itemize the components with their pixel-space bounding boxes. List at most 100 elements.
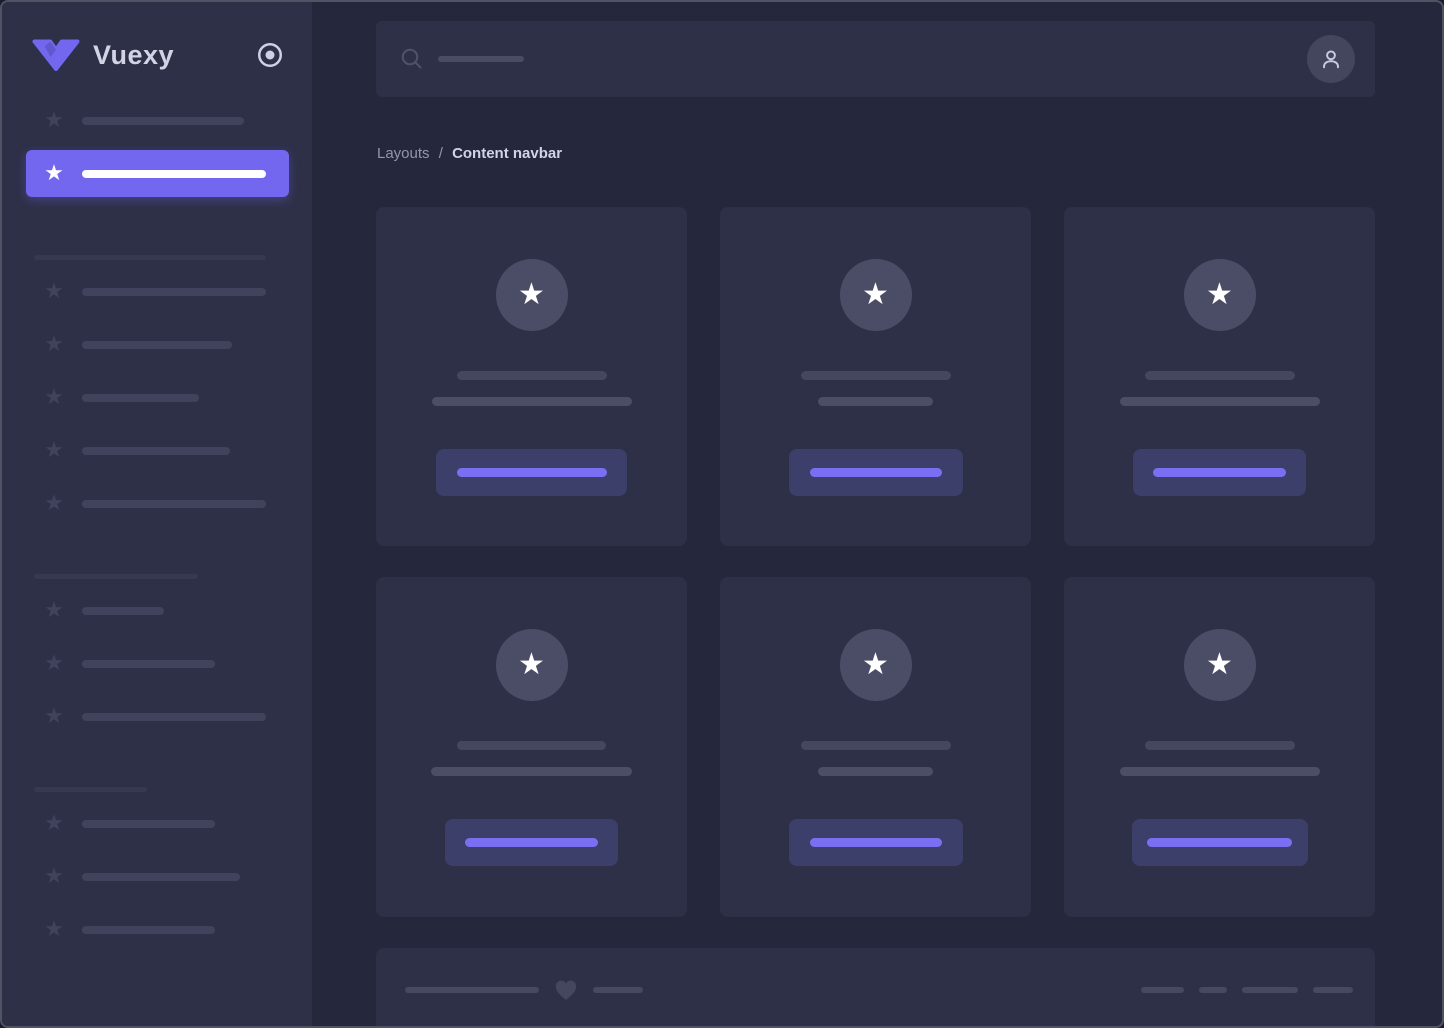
star-icon: ★ [42, 386, 66, 410]
person-icon [1318, 46, 1344, 72]
footer-right-group [1141, 987, 1353, 993]
menu-label-placeholder [82, 117, 244, 125]
star-icon: ★ [42, 812, 66, 836]
radio-dot-icon[interactable] [256, 41, 284, 69]
button-label-placeholder [810, 838, 942, 847]
placeholder-line [432, 397, 632, 406]
button-label-placeholder [1147, 838, 1292, 847]
sidebar-item[interactable]: ★ [2, 865, 312, 889]
footer-placeholder [593, 987, 643, 993]
star-icon: ★ [42, 162, 66, 186]
placeholder-line [1120, 767, 1320, 776]
avatar: ★ [1184, 259, 1256, 331]
menu-label-placeholder [82, 288, 266, 296]
card: ★ [1064, 207, 1375, 546]
menu-label-placeholder [82, 341, 232, 349]
button-label-placeholder [465, 838, 598, 847]
star-icon: ★ [42, 652, 66, 676]
heart-icon [553, 977, 579, 1003]
top-navbar [376, 21, 1375, 97]
button-label-placeholder [457, 468, 607, 477]
sidebar-item-active[interactable]: ★ [26, 150, 289, 197]
section-divider [34, 574, 198, 579]
star-icon: ★ [518, 280, 545, 310]
avatar: ★ [1184, 629, 1256, 701]
footer-placeholder [405, 987, 539, 993]
sidebar-item[interactable]: ★ [2, 492, 312, 516]
button-label-placeholder [1153, 468, 1286, 477]
sidebar-item[interactable]: ★ [2, 280, 312, 304]
app-window: Vuexy ★ ★ ★ ★ ★ ★ ★ ★ ★ ★ ★ ★ ★ [0, 0, 1444, 1028]
sidebar-item[interactable]: ★ [2, 812, 312, 836]
placeholder-line [1145, 741, 1295, 750]
menu-label-placeholder [82, 713, 266, 721]
sidebar: Vuexy ★ ★ ★ ★ ★ ★ ★ ★ ★ ★ ★ ★ ★ [2, 2, 312, 1026]
sidebar-item[interactable]: ★ [2, 652, 312, 676]
card-action-button[interactable] [789, 819, 963, 866]
search-placeholder [438, 56, 524, 62]
footer-left-group [405, 977, 643, 1003]
sidebar-item[interactable]: ★ [2, 109, 312, 133]
star-icon: ★ [1206, 650, 1233, 680]
star-icon: ★ [42, 705, 66, 729]
sidebar-item[interactable]: ★ [2, 386, 312, 410]
footer-placeholder [1242, 987, 1298, 993]
card-action-button[interactable] [436, 449, 627, 496]
card: ★ [720, 207, 1031, 546]
card: ★ [1064, 577, 1375, 917]
sidebar-item[interactable]: ★ [2, 705, 312, 729]
sidebar-item[interactable]: ★ [2, 439, 312, 463]
star-icon: ★ [42, 918, 66, 942]
card-action-button[interactable] [789, 449, 963, 496]
placeholder-line [457, 371, 607, 380]
star-icon: ★ [42, 492, 66, 516]
sidebar-item[interactable]: ★ [2, 333, 312, 357]
card-action-button[interactable] [1133, 449, 1306, 496]
menu-label-placeholder [82, 500, 266, 508]
menu-label-placeholder [82, 926, 215, 934]
footer-placeholder [1313, 987, 1353, 993]
star-icon: ★ [42, 109, 66, 133]
star-icon: ★ [42, 333, 66, 357]
breadcrumb-separator: / [435, 145, 448, 162]
menu-label-placeholder [82, 170, 266, 178]
placeholder-line [1120, 397, 1320, 406]
sidebar-nav: ★ ★ ★ ★ ★ ★ ★ ★ ★ ★ ★ ★ ★ [2, 109, 312, 942]
avatar: ★ [840, 259, 912, 331]
card-action-button[interactable] [445, 819, 618, 866]
star-icon: ★ [862, 650, 889, 680]
placeholder-line [818, 397, 933, 406]
placeholder-line [457, 741, 606, 750]
menu-label-placeholder [82, 660, 215, 668]
breadcrumb-parent[interactable]: Layouts [377, 145, 430, 162]
search-icon [400, 47, 424, 71]
brand: Vuexy [32, 36, 284, 74]
avatar: ★ [496, 629, 568, 701]
search-input[interactable] [400, 47, 1307, 71]
menu-label-placeholder [82, 873, 240, 881]
star-icon: ★ [42, 280, 66, 304]
footer-card [376, 948, 1375, 1026]
menu-label-placeholder [82, 447, 230, 455]
sidebar-item[interactable]: ★ [2, 918, 312, 942]
star-icon: ★ [862, 280, 889, 310]
breadcrumb-current: Content navbar [452, 145, 562, 162]
section-divider [34, 787, 147, 792]
star-icon: ★ [1206, 280, 1233, 310]
avatar: ★ [840, 629, 912, 701]
breadcrumb: Layouts / Content navbar [377, 143, 562, 165]
menu-label-placeholder [82, 607, 164, 615]
card-action-button[interactable] [1132, 819, 1308, 866]
user-avatar-button[interactable] [1307, 35, 1355, 83]
card: ★ [376, 577, 687, 917]
card: ★ [720, 577, 1031, 917]
menu-label-placeholder [82, 394, 199, 402]
placeholder-line [818, 767, 933, 776]
section-divider [34, 255, 266, 260]
avatar: ★ [496, 259, 568, 331]
placeholder-line [801, 741, 951, 750]
placeholder-line [1145, 371, 1295, 380]
footer-placeholder [1199, 987, 1227, 993]
sidebar-item[interactable]: ★ [2, 599, 312, 623]
star-icon: ★ [42, 865, 66, 889]
